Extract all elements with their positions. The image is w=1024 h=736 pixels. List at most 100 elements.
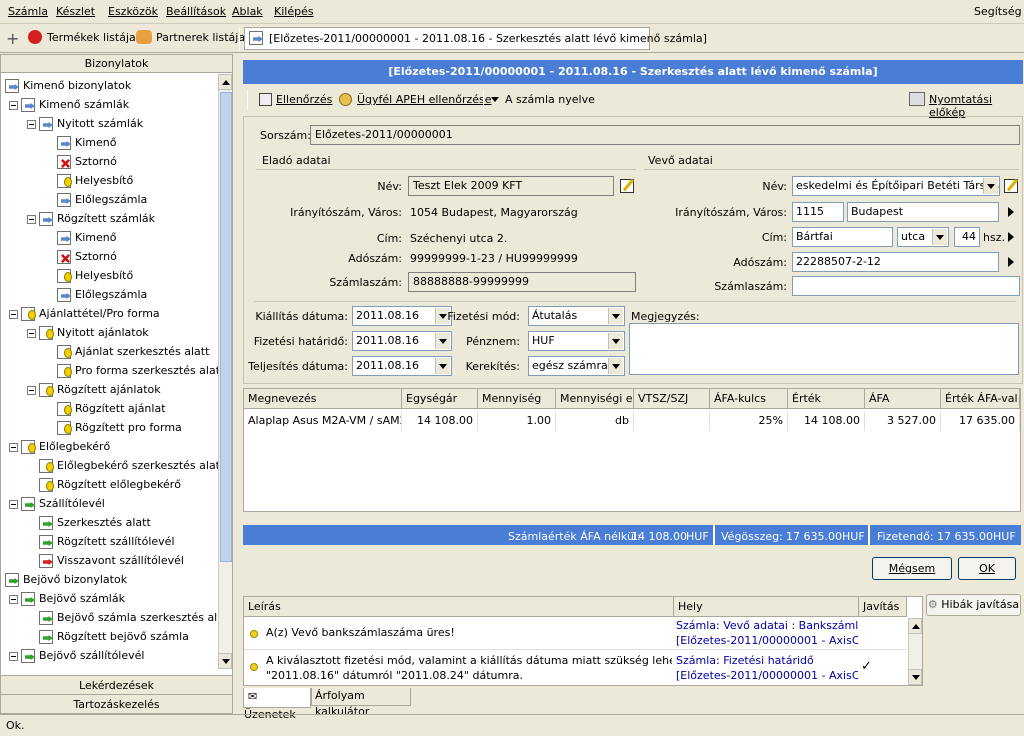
collapse-icon[interactable] (9, 100, 18, 110)
expand-arrow-icon[interactable] (1008, 207, 1014, 217)
due-date-picker[interactable]: 2011.08.16 (352, 331, 452, 351)
message-row[interactable]: A kiválasztott fizetési mód, valamint a … (244, 651, 907, 685)
tree-proforma-szerkesztes[interactable]: Pro forma szerkesztés alatt (57, 361, 218, 380)
chevron-down-icon[interactable] (983, 178, 998, 194)
menu-beallitasok[interactable]: Beállítások (166, 5, 226, 18)
issue-date-picker[interactable]: 2011.08.16 (352, 306, 452, 326)
buyer-street-field[interactable]: Bártfai (792, 227, 893, 247)
tab-exchange-calculator[interactable]: Árfolyam kalkulátor (311, 688, 411, 718)
tree-kimeno-szamlak[interactable]: Kimenő számlák (9, 95, 129, 114)
cell-value[interactable]: 14 108.00 (788, 411, 865, 431)
payment-method-combo[interactable]: Átutalás (528, 306, 625, 326)
check-button[interactable]: Ellenőrzés (276, 93, 332, 106)
collapse-icon[interactable] (9, 499, 18, 509)
scroll-down-arrow[interactable] (908, 669, 922, 685)
rounding-combo[interactable]: egész számra (528, 356, 625, 376)
tree-rogzitett-szallito[interactable]: Rögzített szállítólevél (39, 532, 175, 551)
products-button[interactable]: Termékek listája (47, 31, 136, 44)
col-header-vat[interactable]: ÁFA (865, 389, 941, 409)
edit-buyer-icon[interactable] (1004, 179, 1018, 193)
message-row[interactable]: A(z) Vevő bankszámlaszáma üres! Számla: … (244, 618, 907, 650)
menu-szamla[interactable]: Számla (8, 5, 48, 18)
collapse-icon[interactable] (27, 214, 36, 224)
tree-rogzitett-proforma[interactable]: Rögzített pro forma (57, 418, 182, 437)
cell-quantity[interactable]: 1.00 (478, 411, 556, 431)
cell-vat[interactable]: 3 527.00 (865, 411, 941, 431)
buyer-zip-field[interactable]: 1115 (792, 202, 844, 222)
msg-col-place[interactable]: Hely (674, 597, 859, 617)
performance-date-picker[interactable]: 2011.08.16 (352, 356, 452, 376)
apeh-check-button[interactable]: Ügyfél APEH ellenőrzése (357, 93, 492, 106)
tree-elolegbekero-szerkesztes[interactable]: Előlegbekérő szerkesztés alatt (39, 456, 218, 475)
cell-gross[interactable]: 17 635.00 (941, 411, 1020, 431)
table-row[interactable]: Alaplap Asus M2A-VM / sAM2 , A 14 108.00… (244, 411, 1020, 432)
tree-bejovo-szamlak[interactable]: Bejövő számlák (9, 589, 125, 608)
buyer-account-field[interactable] (792, 276, 1020, 296)
tree-rogzitett-szamlak[interactable]: Rögzített számlák (27, 209, 155, 228)
tree-rogzitett-bejovo[interactable]: Rögzített bejövő számla (39, 627, 189, 646)
cell-unit[interactable]: db (556, 411, 634, 431)
col-header-vtsz[interactable]: VTSZ/SZJ (634, 389, 710, 409)
tree-szallito-szerkesztes[interactable]: Szerkesztés alatt (39, 513, 151, 532)
message-place-line2[interactable]: [Előzetes-2011/00000001 - AxisCar 2 (676, 634, 858, 647)
cancel-button[interactable]: Mégsem (872, 557, 952, 580)
expand-arrow-icon[interactable] (1008, 257, 1014, 267)
dropdown-icon[interactable] (491, 97, 499, 102)
col-header-vat-rate[interactable]: ÁFA-kulcs (710, 389, 788, 409)
scroll-down-arrow[interactable] (218, 653, 232, 669)
tree-kimeno-bizonylatok[interactable]: Kimenő bizonylatok (5, 76, 131, 95)
chevron-down-icon[interactable] (932, 229, 947, 245)
tree-rogzitett-helyesbito[interactable]: Helyesbítő (57, 266, 133, 285)
cell-vtsz[interactable] (634, 411, 710, 431)
col-header-unit-price[interactable]: Egységár (402, 389, 478, 409)
cell-vat-rate[interactable]: 25% (710, 411, 788, 431)
document-tab[interactable]: [Előzetes-2011/00000001 - 2011.08.16 - S… (244, 27, 707, 50)
message-place-line2[interactable]: [Előzetes-2011/00000001 - AxisCar 2 (676, 669, 858, 682)
tree-nyitott-elolegszamla[interactable]: Előlegszámla (57, 190, 147, 209)
menu-ablak[interactable]: Ablak (232, 5, 263, 18)
collapse-icon[interactable] (27, 328, 36, 338)
chevron-down-icon[interactable] (608, 333, 623, 349)
menu-kilepes[interactable]: Kilépés (274, 5, 314, 18)
sidebar-scrollbar[interactable] (218, 74, 232, 669)
tree-nyitott-kimeno[interactable]: Kimenő (57, 133, 116, 152)
chevron-down-icon[interactable] (608, 358, 623, 374)
buyer-street-type-combo[interactable]: utca (897, 227, 949, 247)
tree-nyitott-sztorno[interactable]: Sztornó (57, 152, 117, 171)
fix-checkbox[interactable]: ✓ (861, 659, 872, 674)
invoice-language-button[interactable]: A számla nyelve (505, 93, 595, 106)
tab-messages[interactable]: ✉ Üzenetek (243, 688, 311, 721)
tree-nyitott-szamlak[interactable]: Nyitott számlák (27, 114, 143, 133)
scroll-thumb[interactable] (220, 92, 232, 562)
cell-name[interactable]: Alaplap Asus M2A-VM / sAM2 , A (244, 411, 402, 431)
buyer-tax-field[interactable]: 22288507-2-12 (792, 252, 999, 272)
message-place-line1[interactable]: Számla: Fizetési határidő (676, 654, 858, 667)
col-header-name[interactable]: Megnevezés (244, 389, 402, 409)
collapse-icon[interactable] (27, 119, 36, 129)
tree-rogzitett-ajanlat[interactable]: Rögzített ajánlat (57, 399, 166, 418)
collapse-icon[interactable] (27, 385, 36, 395)
add-icon[interactable]: + (6, 29, 19, 48)
tree-bejovo-szerkesztes[interactable]: Bejövő számla szerkesztés alatt (39, 608, 218, 627)
note-textarea[interactable] (629, 323, 1019, 375)
tree-rogzitett-ajanlatok[interactable]: Rögzített ajánlatok (27, 380, 161, 399)
fix-errors-button[interactable]: ⚙ Hibák javítása (926, 594, 1021, 616)
sidebar-queries[interactable]: Lekérdezések (1, 675, 232, 694)
msg-col-description[interactable]: Leírás (244, 597, 674, 617)
expand-arrow-icon[interactable] (1008, 232, 1014, 242)
buyer-city-field[interactable]: Budapest (847, 202, 999, 222)
col-header-unit[interactable]: Mennyiségi egy (556, 389, 634, 409)
buyer-house-number-field[interactable]: 44 (954, 227, 980, 247)
collapse-icon[interactable] (9, 594, 18, 604)
tree-visszavont-szallito[interactable]: Visszavont szállítólevél (39, 551, 184, 570)
col-header-quantity[interactable]: Mennyiség (478, 389, 556, 409)
scroll-up-arrow[interactable] (908, 618, 922, 634)
msg-col-fix[interactable]: Javítás (859, 597, 907, 617)
collapse-icon[interactable] (9, 309, 18, 319)
menu-help[interactable]: Segítség (974, 5, 1022, 18)
buyer-name-combo[interactable]: eskedelmi és Építőipari Betéti Társaság (792, 176, 1000, 196)
menu-eszkozok[interactable]: Eszközök (108, 5, 158, 18)
col-header-value[interactable]: Érték (788, 389, 865, 409)
tree-bejovo-szallitolevel[interactable]: Bejövő szállítólevél (9, 646, 144, 665)
sidebar-debts[interactable]: Tartozáskezelés (1, 694, 232, 713)
